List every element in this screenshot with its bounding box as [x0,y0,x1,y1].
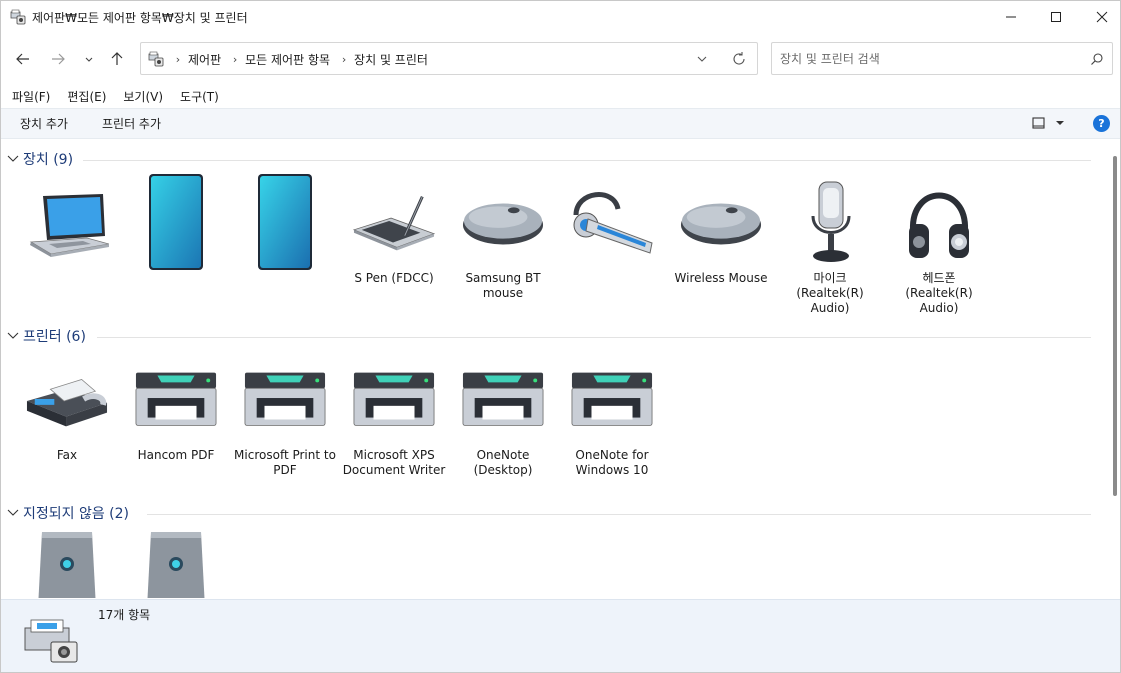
menu-bar: 파일(F) 편집(E) 보기(V) 도구(T) [1,87,225,107]
device-list: 장치 (9) S Pen (FDCC) Samsung BT mouse Wir… [1,140,1111,598]
minimize-icon [1006,16,1016,18]
drive-box-icon [38,532,96,598]
printer-icon [462,372,544,426]
menu-edit[interactable]: 편집(E) [61,87,112,107]
navigation-bar: › 제어판 › 모든 제어판 항목 › 장치 및 프린터 [1,37,1120,81]
breadcrumb-devices-printers[interactable]: 장치 및 프린터 [352,51,434,68]
chevron-down-icon [85,57,93,62]
recent-locations-button[interactable] [77,47,101,71]
group-title: 장치 (9) [23,152,74,168]
group-header-printers[interactable]: 프린터 (6) [1,326,1101,346]
up-button[interactable] [105,47,129,71]
printer-label: Microsoft Print to PDF [234,448,336,477]
group-divider [97,337,1091,338]
address-bar[interactable]: › 제어판 › 모든 제어판 항목 › 장치 및 프린터 [140,42,758,75]
printer-icon [571,372,653,426]
group-title: 지정되지 않음 (2) [23,506,130,522]
phone-icon [258,174,312,270]
maximize-button[interactable] [1033,1,1079,33]
add-device-button[interactable]: 장치 추가 [20,115,68,132]
group-header-devices[interactable]: 장치 (9) [1,149,1101,169]
minimize-button[interactable] [988,1,1034,33]
phone-icon [149,174,203,270]
item-count: 17개 항목 [98,608,151,622]
laptop-icon [29,194,109,257]
printer-label: OneNote for Windows 10 [575,448,649,477]
window-title: 제어판₩모든 제어판 항목₩장치 및 프린터 [32,11,248,25]
printer-icon [244,372,326,426]
group-header-unspecified[interactable]: 지정되지 않음 (2) [1,503,1101,523]
microphone-icon [811,181,851,262]
devices-printers-icon [10,9,26,25]
fax-icon [26,379,108,427]
breadcrumb: › 제어판 › 모든 제어판 항목 › 장치 및 프린터 [170,51,434,68]
headset-icon [573,192,653,254]
group-divider [147,514,1091,515]
help-button[interactable]: ? [1093,115,1110,132]
device-label: 마이크 (Realtek(R) Audio) [796,271,864,315]
details-pane: 17개 항목 [1,599,1120,672]
headphones-icon [909,192,969,258]
breadcrumb-control-panel[interactable]: 제어판 [186,51,227,68]
printer-label: Microsoft XPS Document Writer [342,448,446,477]
device-label: Samsung BT mouse [465,271,541,300]
printer-icon [135,372,217,426]
arrow-left-icon [16,53,29,65]
vertical-scrollbar[interactable] [1113,156,1117,496]
chevron-down-icon [7,332,19,339]
address-dropdown-icon[interactable] [695,52,709,66]
title-bar: 제어판₩모든 제어판 항목₩장치 및 프린터 [1,1,1120,33]
explorer-window: 제어판₩모든 제어판 항목₩장치 및 프린터 › 제어판 › 모든 제어판 항목… [0,0,1121,673]
chevron-down-icon [7,155,19,162]
group-title: 프린터 (6) [23,329,86,345]
menu-file[interactable]: 파일(F) [6,87,56,107]
control-panel-icon [148,51,164,67]
arrow-right-icon [52,53,65,65]
close-icon [1096,11,1108,23]
mouse-icon [462,203,544,245]
menu-tools[interactable]: 도구(T) [174,87,225,107]
printer-label: OneNote (Desktop) [473,448,533,477]
breadcrumb-all-items[interactable]: 모든 제어판 항목 [243,51,336,68]
devices-printers-icon [24,619,78,663]
chevron-right-icon[interactable]: › [336,53,352,66]
printer-label: Hancom PDF [137,448,215,462]
mouse-icon [680,203,762,245]
refresh-icon[interactable] [731,51,747,67]
forward-button[interactable] [46,47,70,71]
device-label: Wireless Mouse [674,271,768,285]
drive-box-icon [147,532,205,598]
printer-icon [353,372,435,426]
change-view-icon[interactable] [1031,116,1067,132]
chevron-right-icon[interactable]: › [170,53,186,66]
chevron-down-icon [7,509,19,516]
group-divider [83,160,1091,161]
device-label: 헤드폰 (Realtek(R) Audio) [905,271,973,315]
printer-label: Fax [56,448,78,462]
search-input[interactable] [780,50,1080,68]
add-printer-button[interactable]: 프린터 추가 [102,115,161,132]
back-button[interactable] [11,47,35,71]
arrow-up-icon [111,52,123,65]
maximize-icon [1051,12,1061,22]
menu-view[interactable]: 보기(V) [117,87,169,107]
pen-tablet-icon [352,196,436,251]
search-icon[interactable] [1090,52,1104,66]
device-label: S Pen (FDCC) [354,271,434,285]
command-bar: 장치 추가 프린터 추가 ? [1,108,1120,139]
chevron-right-icon[interactable]: › [227,53,243,66]
close-button[interactable] [1079,1,1121,33]
search-box [771,42,1113,75]
